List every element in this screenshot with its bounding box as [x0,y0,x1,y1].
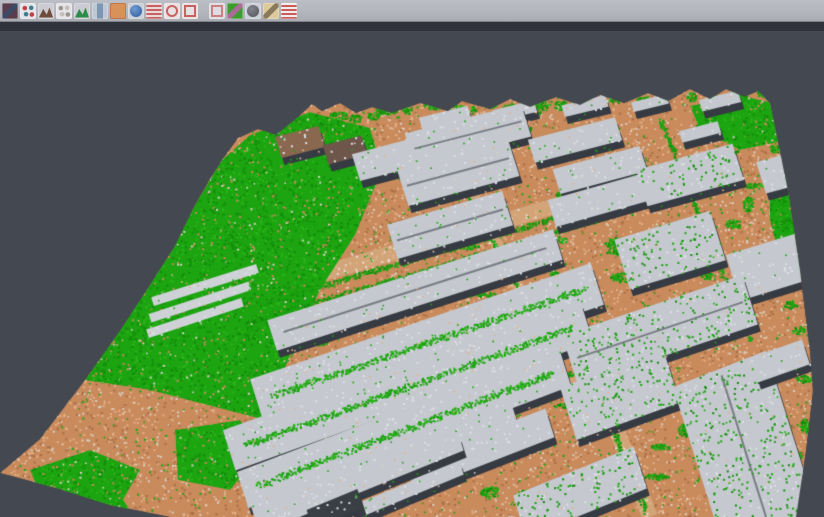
toolbar-scatter-points-icon[interactable] [20,3,36,19]
toolbar-separator [200,3,207,19]
toolbar-terrain-shade-icon[interactable] [38,3,54,19]
toolbar-classification-icon[interactable] [227,3,243,19]
viewport-3d[interactable] [0,31,824,517]
toolbar-camera-icon[interactable] [245,3,261,19]
grid-select-icon [211,5,223,17]
toolbar-grid-select-icon[interactable] [209,3,225,19]
app-window [0,0,824,517]
camera-icon [247,5,259,17]
toolbar-profile-icon[interactable] [92,3,108,19]
target-icon [166,5,178,17]
toolbar-measure-icon[interactable] [263,3,279,19]
toolbar-points-view-icon[interactable] [2,3,18,19]
toolbar-zoom-extent-icon[interactable] [182,3,198,19]
terrain-color-icon [75,8,89,18]
toolbar-sparse-points-icon[interactable] [56,3,72,19]
toolbar-flag-icon[interactable] [281,3,297,19]
toolbar-globe-icon[interactable] [128,3,144,19]
toolbar-target-icon[interactable] [164,3,180,19]
toolbar-list-icon[interactable] [146,3,162,19]
main-toolbar [0,0,824,22]
pointcloud-canvas[interactable] [0,31,824,517]
zoom-extent-icon [184,5,196,17]
toolbar-terrain-color-icon[interactable] [74,3,90,19]
toolbar-viewport-divider [0,22,824,31]
toolbar-ortho-image-icon[interactable] [110,3,126,19]
globe-icon [130,5,142,17]
terrain-shade-icon [39,8,53,18]
